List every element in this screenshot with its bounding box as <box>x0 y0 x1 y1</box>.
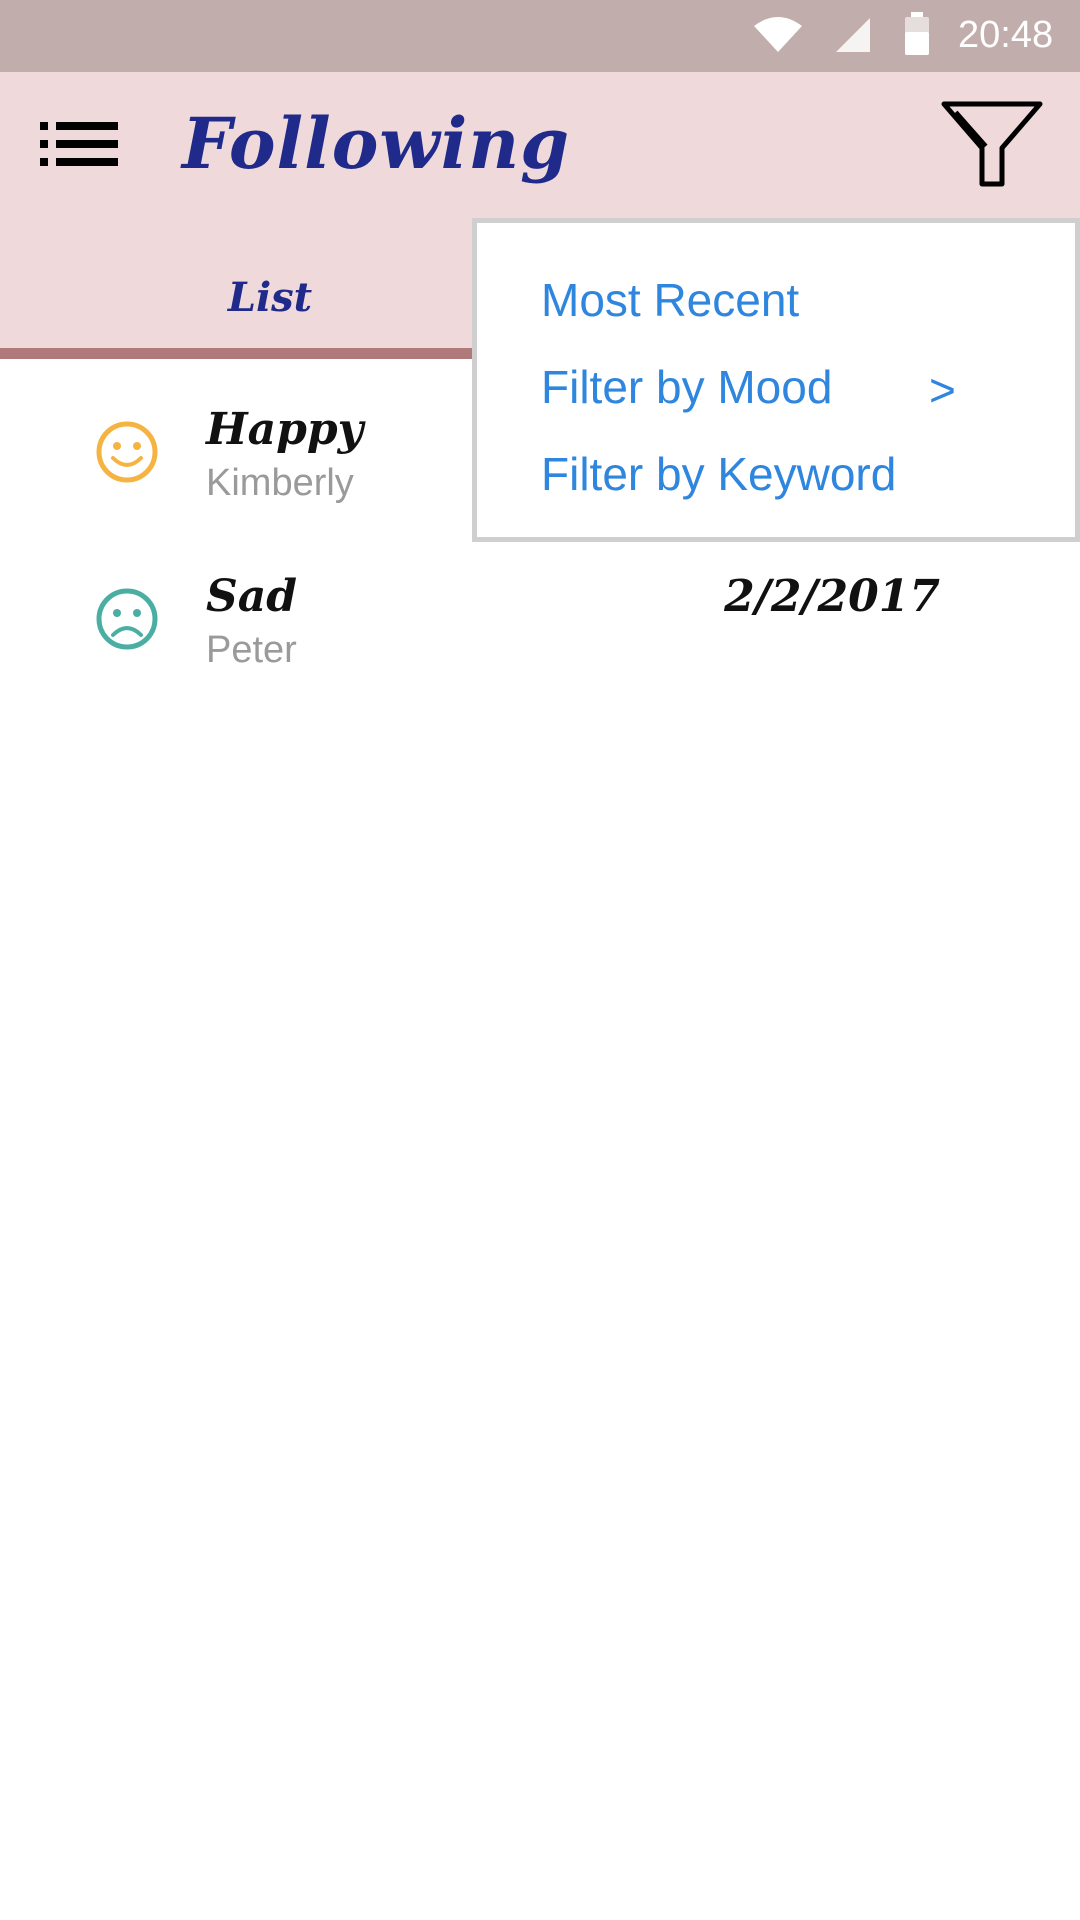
signal-icon <box>836 18 870 52</box>
user-name: Kimberly <box>206 462 354 504</box>
tab-list[interactable]: List <box>0 252 540 350</box>
menu-item-filter-by-mood[interactable]: Filter by Mood <box>541 360 832 414</box>
tab-indicator <box>0 348 480 359</box>
tab-list-label: List <box>227 274 313 321</box>
list-item[interactable]: Sad Peter 2/2/2017 <box>0 557 1080 717</box>
mood-label: Happy <box>206 404 364 455</box>
funnel-filter-icon[interactable] <box>940 100 1044 190</box>
wifi-icon <box>754 17 802 52</box>
user-name: Peter <box>206 629 297 671</box>
status-bar: 20:48 <box>0 0 1080 72</box>
mood-label: Sad <box>206 571 298 622</box>
menu-item-filter-by-keyword[interactable]: Filter by Keyword <box>541 447 896 501</box>
battery-icon <box>905 12 929 55</box>
post-date: 2/2/2017 <box>724 571 940 622</box>
status-time: 20:48 <box>958 14 1054 56</box>
filter-dropdown-menu: Most Recent Filter by Mood > Filter by K… <box>472 218 1080 542</box>
list-menu-icon[interactable] <box>40 120 118 168</box>
submenu-arrow-icon: > <box>929 364 956 416</box>
sad-face-icon <box>96 588 158 650</box>
menu-item-most-recent[interactable]: Most Recent <box>541 273 799 327</box>
happy-face-icon <box>96 421 158 483</box>
page-title: Following <box>182 102 571 185</box>
